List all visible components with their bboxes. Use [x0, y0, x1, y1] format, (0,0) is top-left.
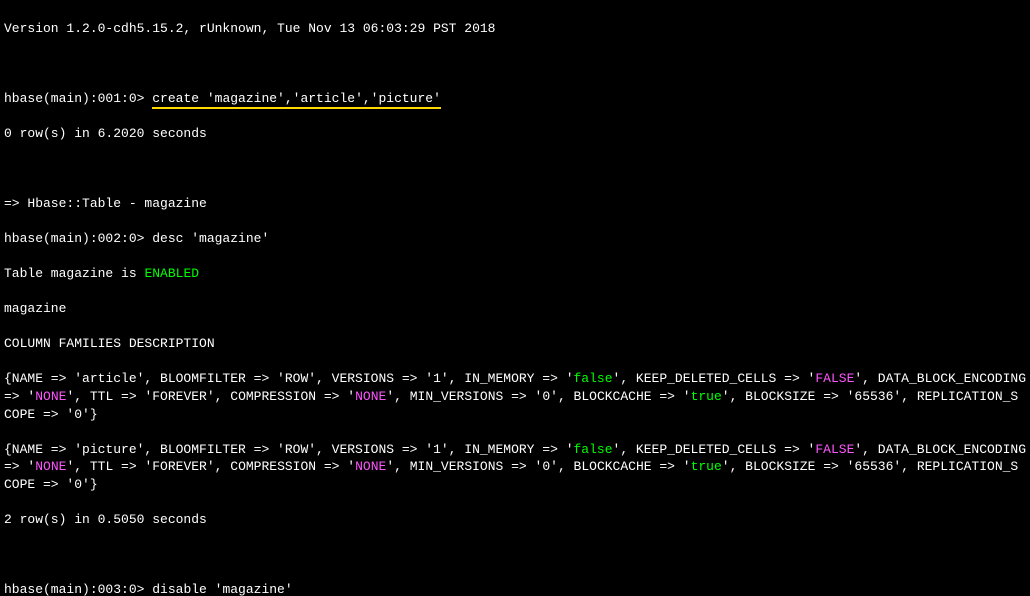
table-name: magazine — [4, 300, 1026, 318]
text: ', TTL => 'FOREVER', COMPRESSION => ' — [66, 459, 355, 474]
cmd-1: hbase(main):001:0> create 'magazine','ar… — [4, 90, 1026, 108]
none-val: NONE — [35, 389, 66, 404]
picture-family: {NAME => 'picture', BLOOMFILTER => 'ROW'… — [4, 441, 1026, 494]
cmd-2: hbase(main):002:0> desc 'magazine' — [4, 230, 1026, 248]
none-val: NONE — [355, 389, 386, 404]
text: ', KEEP_DELETED_CELLS => ' — [613, 442, 816, 457]
true-val: true — [691, 459, 722, 474]
text: ', KEEP_DELETED_CELLS => ' — [613, 371, 816, 386]
blank-line — [4, 160, 1026, 178]
cfd-header: COLUMN FAMILIES DESCRIPTION — [4, 335, 1026, 353]
text: {NAME => 'article', BLOOMFILTER => 'ROW'… — [4, 371, 574, 386]
enabled-status: ENABLED — [144, 266, 199, 281]
result-1: 0 row(s) in 6.2020 seconds — [4, 125, 1026, 143]
false-val: false — [574, 442, 613, 457]
true-val: true — [691, 389, 722, 404]
prompt: hbase(main):001:0> — [4, 91, 152, 106]
false-caps: FALSE — [815, 371, 854, 386]
text: ', MIN_VERSIONS => '0', BLOCKCACHE => ' — [386, 459, 690, 474]
blank-line — [4, 546, 1026, 564]
create-command: create 'magazine','article','picture' — [152, 90, 441, 110]
false-caps: FALSE — [815, 442, 854, 457]
terminal-output: Version 1.2.0-cdh5.15.2, rUnknown, Tue N… — [0, 0, 1030, 596]
text: {NAME => 'picture', BLOOMFILTER => 'ROW'… — [4, 442, 574, 457]
prompt: hbase(main):003:0> — [4, 582, 152, 596]
result-2: => Hbase::Table - magazine — [4, 195, 1026, 213]
text: ', MIN_VERSIONS => '0', BLOCKCACHE => ' — [386, 389, 690, 404]
none-val: NONE — [35, 459, 66, 474]
text: ', TTL => 'FOREVER', COMPRESSION => ' — [66, 389, 355, 404]
text: Table magazine is — [4, 266, 144, 281]
blank-line — [4, 55, 1026, 73]
table-status: Table magazine is ENABLED — [4, 265, 1026, 283]
result-3: 2 row(s) in 0.5050 seconds — [4, 511, 1026, 529]
cmd-3: hbase(main):003:0> disable 'magazine' — [4, 581, 1026, 596]
disable-command: disable 'magazine' — [152, 581, 292, 596]
false-val: false — [574, 371, 613, 386]
article-family: {NAME => 'article', BLOOMFILTER => 'ROW'… — [4, 370, 1026, 423]
version-line: Version 1.2.0-cdh5.15.2, rUnknown, Tue N… — [4, 20, 1026, 38]
none-val: NONE — [355, 459, 386, 474]
